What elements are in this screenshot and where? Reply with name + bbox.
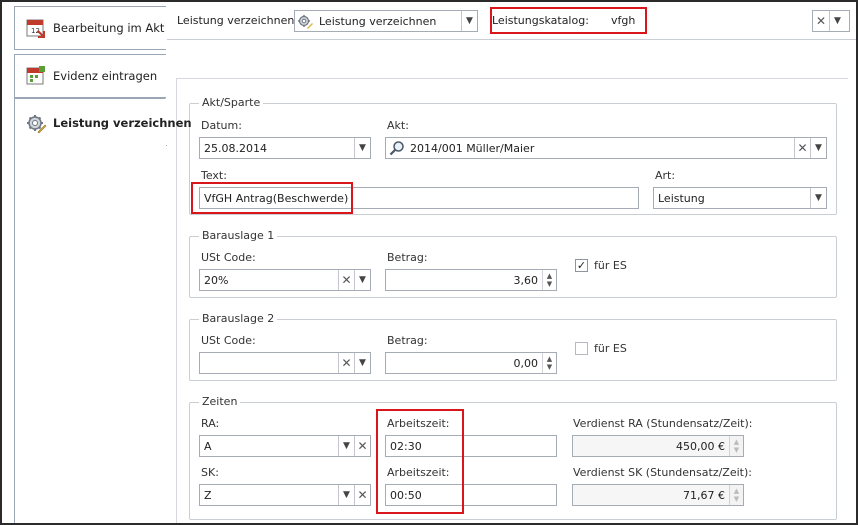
group-title: Zeiten xyxy=(199,395,241,408)
spinner-icon[interactable]: ▲ ▼ xyxy=(542,353,556,373)
chevron-down-icon[interactable]: ▼ xyxy=(338,485,354,505)
highlight-box xyxy=(191,182,353,214)
leistungskatalog-buttons: ✕ ▼ xyxy=(812,10,850,32)
fuer-es-checkbox[interactable]: ✓ xyxy=(575,259,588,272)
chevron-down-icon[interactable]: ▼ xyxy=(354,353,370,373)
clear-icon[interactable]: ✕ xyxy=(354,485,370,505)
ra-value: A xyxy=(204,439,212,453)
chevron-down-icon[interactable]: ▼ xyxy=(810,138,826,158)
nav-item-evidenz-eintragen[interactable]: Evidenz eintragen xyxy=(14,54,166,98)
akt-field[interactable]: 2014/001 Müller/Maier ✕ ▼ xyxy=(385,137,827,159)
chevron-down-icon[interactable]: ▼ xyxy=(354,270,370,290)
nav-panel-border xyxy=(14,145,167,523)
clear-icon[interactable]: ✕ xyxy=(338,270,354,290)
akt-label: Akt: xyxy=(387,119,409,132)
chevron-down-icon[interactable]: ▼ xyxy=(829,11,845,31)
ust-code-select[interactable]: 20% ✕ ▼ xyxy=(199,269,371,291)
chevron-down-icon[interactable]: ▼ xyxy=(461,11,477,31)
betrag-value: 3,60 xyxy=(513,273,539,287)
verdienst-ra-value: 450,00 € xyxy=(676,439,725,453)
calendar-add-icon xyxy=(25,65,47,87)
betrag-field[interactable]: 0,00 ▲ ▼ xyxy=(385,352,557,374)
art-value: Leistung xyxy=(658,191,705,205)
fuer-es-label: für ES xyxy=(594,259,627,272)
verdienst-sk-label: Verdienst SK (Stundensatz/Zeit): xyxy=(573,466,752,479)
highlight-box xyxy=(376,409,464,514)
ra-label: RA: xyxy=(201,417,220,430)
group-title: Akt/Sparte xyxy=(199,96,264,109)
nav-item-leistung-verzeichnen[interactable]: Leistung verzeichnen xyxy=(14,98,192,146)
datum-field[interactable]: 25.08.2014 ▼ xyxy=(199,137,371,159)
akt-value: 2014/001 Müller/Maier xyxy=(410,141,535,155)
spinner-icon: ▲ ▼ xyxy=(729,485,743,505)
fuer-es-label: für ES xyxy=(594,342,627,355)
spinner-icon: ▲ ▼ xyxy=(729,436,743,456)
leistung-select-value: Leistung verzeichnen xyxy=(319,14,437,28)
calendar-icon: 12 xyxy=(25,17,47,39)
betrag-label: Betrag: xyxy=(387,334,428,347)
spinner-icon[interactable]: ▲ ▼ xyxy=(542,270,556,290)
ust-code-select[interactable]: ✕ ▼ xyxy=(199,352,371,374)
form-content: Akt/Sparte Datum: 25.08.2014 ▼ Akt: 2014… xyxy=(176,78,848,523)
chevron-down-icon[interactable]: ▼ xyxy=(338,436,354,456)
gear-icon xyxy=(297,12,315,30)
ust-code-label: USt Code: xyxy=(201,251,256,264)
window-frame: 12 Bearbeitung im Akt Evidenz eintragen xyxy=(0,0,858,525)
clear-icon[interactable]: ✕ xyxy=(338,353,354,373)
ust-code-value: 20% xyxy=(204,273,229,287)
nav-label: Bearbeitung im Akt xyxy=(53,21,165,35)
gear-pencil-icon xyxy=(25,112,47,134)
sk-value: Z xyxy=(204,488,212,502)
verdienst-sk-value: 71,67 € xyxy=(683,488,725,502)
sk-select[interactable]: Z ▼ ✕ xyxy=(199,484,371,506)
nav-item-bearbeitung-im-akt[interactable]: 12 Bearbeitung im Akt xyxy=(14,6,166,50)
betrag-label: Betrag: xyxy=(387,251,428,264)
chevron-down-icon[interactable]: ▼ xyxy=(354,138,370,158)
search-icon[interactable] xyxy=(386,140,408,156)
clear-icon[interactable]: ✕ xyxy=(813,11,829,31)
group-title: Barauslage 1 xyxy=(199,229,278,242)
leistung-select[interactable]: Leistung verzeichnen ▼ xyxy=(294,10,478,32)
nav-label: Leistung verzeichnen xyxy=(53,115,192,130)
betrag-value: 0,00 xyxy=(513,356,539,370)
clear-icon[interactable]: ✕ xyxy=(794,138,810,158)
art-select[interactable]: Leistung ▼ xyxy=(653,187,827,209)
chevron-down-icon[interactable]: ▼ xyxy=(810,188,826,208)
leistung-label: Leistung verzeichnen: xyxy=(177,14,299,27)
betrag-field[interactable]: 3,60 ▲ ▼ xyxy=(385,269,557,291)
verdienst-sk-field: 71,67 € ▲ ▼ xyxy=(572,484,744,506)
fuer-es-checkbox[interactable] xyxy=(575,342,588,355)
clear-icon[interactable]: ✕ xyxy=(354,436,370,456)
text-label: Text: xyxy=(201,169,227,182)
ra-select[interactable]: A ▼ ✕ xyxy=(199,435,371,457)
nav-label: Evidenz eintragen xyxy=(53,69,158,83)
ust-code-label: USt Code: xyxy=(201,334,256,347)
verdienst-ra-label: Verdienst RA (Stundensatz/Zeit): xyxy=(573,417,753,430)
sk-label: SK: xyxy=(201,466,219,479)
toolbar: Leistung verzeichnen: Leistung verzeichn… xyxy=(167,6,856,40)
art-label: Art: xyxy=(655,169,676,182)
highlight-box xyxy=(490,7,647,34)
verdienst-ra-field: 450,00 € ▲ ▼ xyxy=(572,435,744,457)
datum-value: 25.08.2014 xyxy=(204,141,267,155)
group-title: Barauslage 2 xyxy=(199,312,278,325)
navigation-panel: 12 Bearbeitung im Akt Evidenz eintragen xyxy=(2,2,192,523)
datum-label: Datum: xyxy=(201,119,242,132)
